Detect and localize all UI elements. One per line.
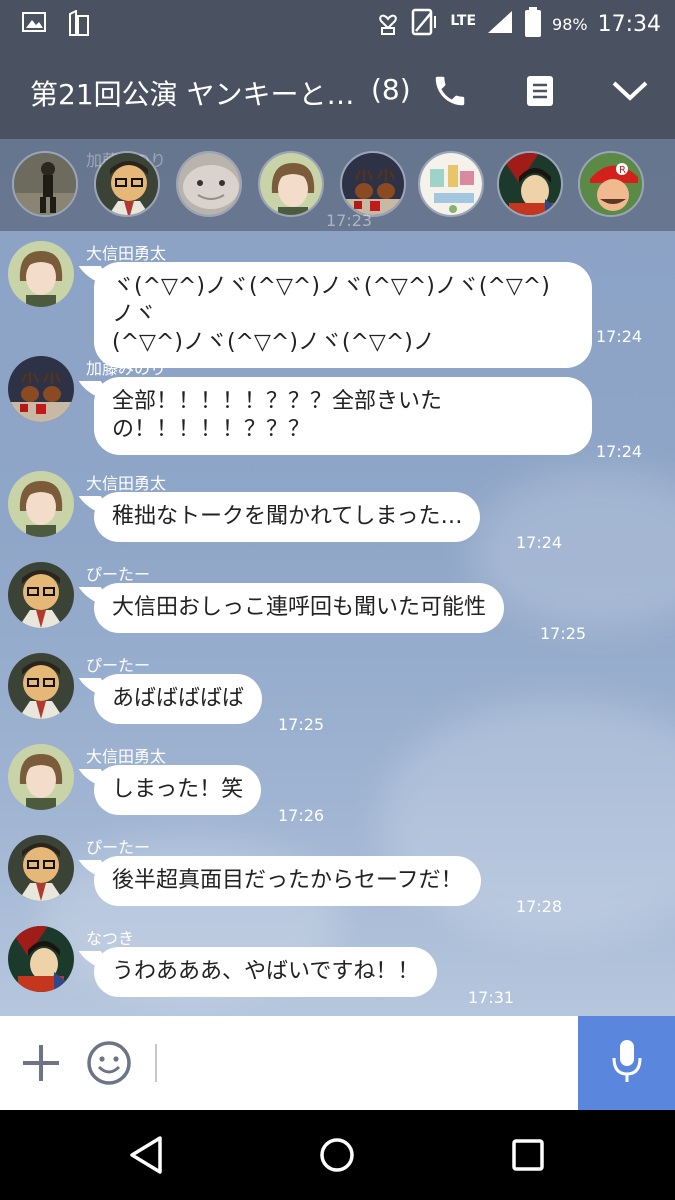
message-bubble[interactable]: あばばばばば bbox=[94, 674, 263, 724]
sender-name: ぴーたー bbox=[86, 838, 151, 857]
member-avatar[interactable] bbox=[340, 151, 406, 217]
message-bubble[interactable]: 稚拙なトークを聞かれてしまった… bbox=[94, 492, 481, 542]
call-button[interactable] bbox=[430, 73, 470, 113]
member-avatar[interactable] bbox=[497, 151, 563, 217]
menu-toggle-button[interactable] bbox=[610, 73, 650, 113]
back-icon bbox=[124, 1136, 170, 1182]
member-avatar[interactable] bbox=[12, 151, 78, 217]
sender-avatar[interactable] bbox=[8, 926, 74, 992]
message-time: 17:26 bbox=[278, 806, 325, 825]
sender-name: 加藤みのり bbox=[86, 359, 167, 378]
chat-header: 第21回公演 ヤンキーと… (8) bbox=[0, 47, 675, 139]
sender-avatar[interactable] bbox=[8, 653, 74, 719]
message-time: 17:24 bbox=[596, 327, 643, 346]
message-bubble[interactable]: しまった！笑 bbox=[94, 765, 262, 815]
message-time: 17:25 bbox=[540, 624, 587, 643]
notes-icon bbox=[525, 74, 555, 112]
message-bubble[interactable]: 大信田おしっこ連呼回も聞いた可能性 bbox=[94, 583, 505, 633]
message-bubble[interactable]: 後半超真面目だったからセーフだ！ bbox=[94, 856, 481, 906]
chat-title[interactable]: 第21回公演 ヤンキーと… bbox=[30, 73, 355, 113]
battery-percent: 98% bbox=[552, 14, 588, 34]
microphone-icon bbox=[610, 1038, 644, 1088]
sender-avatar[interactable] bbox=[8, 835, 74, 901]
message-time: 17:25 bbox=[278, 715, 325, 734]
svg-text:R: R bbox=[619, 165, 626, 176]
message-time: 17:24 bbox=[516, 533, 563, 552]
notes-button[interactable] bbox=[520, 73, 560, 113]
member-count: (8) bbox=[371, 73, 411, 106]
sender-name: 大信田勇太 bbox=[86, 747, 167, 766]
message-bubble[interactable]: ヾ(^▽^)ノヾ(^▽^)ノヾ(^▽^)ノヾ(^▽^)ノヾ (^▽^)ノヾ(^▽… bbox=[94, 262, 592, 368]
sender-name: ぴーたー bbox=[86, 565, 151, 584]
recents-button[interactable] bbox=[505, 1132, 551, 1178]
emoji-icon bbox=[86, 1041, 132, 1090]
voice-button[interactable] bbox=[578, 1016, 675, 1110]
phone-icon bbox=[431, 72, 469, 114]
message-bubble[interactable]: うわあああ、やばいですね！！ bbox=[94, 947, 438, 997]
navigation-bar bbox=[0, 1110, 675, 1200]
battery-icon bbox=[524, 7, 542, 41]
sender-name: ぴーたー bbox=[86, 656, 151, 675]
gallery-icon bbox=[22, 10, 46, 40]
sender-avatar[interactable] bbox=[8, 241, 74, 307]
home-icon bbox=[314, 1138, 360, 1182]
home-button[interactable] bbox=[314, 1132, 360, 1178]
input-bar bbox=[0, 1016, 675, 1110]
member-avatar[interactable] bbox=[258, 151, 324, 217]
sender-name: なつき bbox=[86, 929, 135, 948]
message-input[interactable] bbox=[160, 1038, 560, 1088]
emoji-button[interactable] bbox=[86, 1040, 132, 1086]
sender-avatar[interactable] bbox=[8, 356, 74, 422]
member-avatar[interactable] bbox=[176, 151, 242, 217]
message-bubble[interactable]: 全部！！！！！？？？全部きいた の！！！！！？？？ bbox=[94, 377, 592, 455]
message-time: 17:28 bbox=[516, 897, 563, 916]
member-avatar[interactable] bbox=[94, 151, 160, 217]
back-button[interactable] bbox=[124, 1132, 170, 1178]
status-bar: LTE 98% 17:34 bbox=[0, 0, 675, 47]
network-type: LTE bbox=[450, 13, 477, 29]
chat-area[interactable]: 加藤みのり 17:23 R 大信田勇太 ヾ(^▽^ bbox=[0, 139, 675, 1016]
member-avatar[interactable]: R bbox=[578, 151, 644, 217]
clock: 17:34 bbox=[597, 11, 661, 37]
recents-icon bbox=[505, 1139, 551, 1182]
sender-avatar[interactable] bbox=[8, 744, 74, 810]
member-strip: 加藤みのり 17:23 R bbox=[0, 139, 675, 231]
sim-icon bbox=[68, 9, 90, 40]
sender-avatar[interactable] bbox=[8, 562, 74, 628]
attach-button[interactable] bbox=[20, 1042, 62, 1084]
signal-icon bbox=[486, 9, 514, 39]
sender-avatar[interactable] bbox=[8, 471, 74, 537]
message-time: 17:24 bbox=[596, 442, 643, 461]
sender-name: 大信田勇太 bbox=[86, 474, 167, 493]
sender-name: 大信田勇太 bbox=[86, 244, 167, 263]
plus-icon bbox=[20, 1045, 62, 1088]
text-caret bbox=[155, 1044, 157, 1082]
message-time: 17:31 bbox=[468, 988, 515, 1007]
heart-notification-icon bbox=[376, 9, 400, 39]
chevron-down-icon bbox=[611, 79, 649, 107]
vibrate-icon bbox=[410, 8, 440, 40]
member-avatar[interactable] bbox=[418, 151, 484, 217]
